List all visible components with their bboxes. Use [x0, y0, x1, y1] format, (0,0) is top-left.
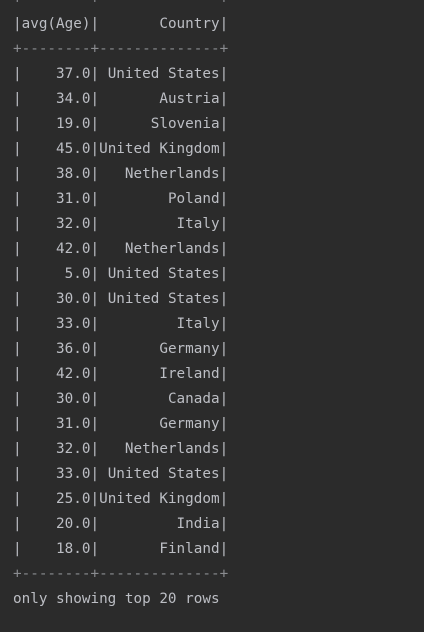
cell-country: United States — [99, 291, 220, 307]
cell-country: United Kingdom — [99, 491, 220, 507]
table-row: | 37.0| United States| — [13, 66, 229, 82]
table-row: | 34.0| Austria| — [13, 91, 229, 107]
cell-country: Ireland — [99, 366, 220, 382]
table-row: | 33.0| Italy| — [13, 316, 229, 332]
cell-avg-age: 32.0 — [21, 441, 91, 457]
table-row: | 45.0|United Kingdom| — [13, 141, 229, 157]
cell-country: United Kingdom — [99, 141, 220, 157]
table-row: | 42.0| Netherlands| — [13, 241, 229, 257]
cell-country: Slovenia — [99, 116, 220, 132]
table-row: | 30.0| United States| — [13, 291, 229, 307]
table-row: | 19.0| Slovenia| — [13, 116, 229, 132]
cell-avg-age: 19.0 — [21, 116, 91, 132]
cell-avg-age: 33.0 — [21, 466, 91, 482]
table-row: | 42.0| Ireland| — [13, 366, 229, 382]
cell-avg-age: 31.0 — [21, 416, 91, 432]
cell-avg-age: 42.0 — [21, 241, 91, 257]
cell-avg-age: 45.0 — [21, 141, 91, 157]
cell-country: Netherlands — [99, 441, 220, 457]
cell-avg-age: 38.0 — [21, 166, 91, 182]
cell-country: United States — [99, 466, 220, 482]
header-avg-age: avg(Age) — [21, 16, 91, 32]
table-row: | 20.0| India| — [13, 516, 229, 532]
cell-country: Germany — [99, 341, 220, 357]
table-row: | 25.0|United Kingdom| — [13, 491, 229, 507]
cell-avg-age: 36.0 — [21, 341, 91, 357]
cell-avg-age: 32.0 — [21, 216, 91, 232]
table-border-bottom: +--------+--------------+ — [13, 566, 229, 582]
cell-country: Netherlands — [99, 241, 220, 257]
cell-avg-age: 42.0 — [21, 366, 91, 382]
cell-avg-age: 34.0 — [21, 91, 91, 107]
cell-avg-age: 5.0 — [21, 266, 91, 282]
footer-note: only showing top 20 rows — [13, 591, 220, 607]
cell-country: Germany — [99, 416, 220, 432]
cell-country: United States — [99, 266, 220, 282]
table-row: | 31.0| Germany| — [13, 416, 229, 432]
table-row: | 38.0| Netherlands| — [13, 166, 229, 182]
cell-country: Poland — [99, 191, 220, 207]
cell-country: Netherlands — [99, 166, 220, 182]
table-row: | 5.0| United States| — [13, 266, 229, 282]
table-body: | 37.0| United States| | 34.0| Austria| | … — [13, 62, 424, 562]
table-row: | 32.0| Netherlands| — [13, 441, 229, 457]
cell-country: Italy — [99, 216, 220, 232]
cell-country: Finland — [99, 541, 220, 557]
table-header-row: |avg(Age)| Country| — [13, 16, 229, 32]
cell-avg-age: 30.0 — [21, 391, 91, 407]
table-row: | 32.0| Italy| — [13, 216, 229, 232]
console-output: +--------+--------------+ |avg(Age)| Cou… — [0, 0, 424, 619]
cell-country: India — [99, 516, 220, 532]
cell-country: United States — [99, 66, 220, 82]
cell-avg-age: 18.0 — [21, 541, 91, 557]
cell-avg-age: 20.0 — [21, 516, 91, 532]
header-country: Country — [99, 16, 220, 32]
cell-country: Canada — [99, 391, 220, 407]
table-row: | 31.0| Poland| — [13, 191, 229, 207]
cell-country: Italy — [99, 316, 220, 332]
table-row: | 30.0| Canada| — [13, 391, 229, 407]
table-row: | 33.0| United States| — [13, 466, 229, 482]
table-border-header: +--------+--------------+ — [13, 41, 229, 57]
cell-avg-age: 30.0 — [21, 291, 91, 307]
cell-avg-age: 31.0 — [21, 191, 91, 207]
cell-country: Austria — [99, 91, 220, 107]
table-border-top: +--------+--------------+ — [13, 0, 424, 12]
table-row: | 18.0| Finland| — [13, 541, 229, 557]
cell-avg-age: 33.0 — [21, 316, 91, 332]
cell-avg-age: 25.0 — [21, 491, 91, 507]
cell-avg-age: 37.0 — [21, 66, 91, 82]
table-row: | 36.0| Germany| — [13, 341, 229, 357]
